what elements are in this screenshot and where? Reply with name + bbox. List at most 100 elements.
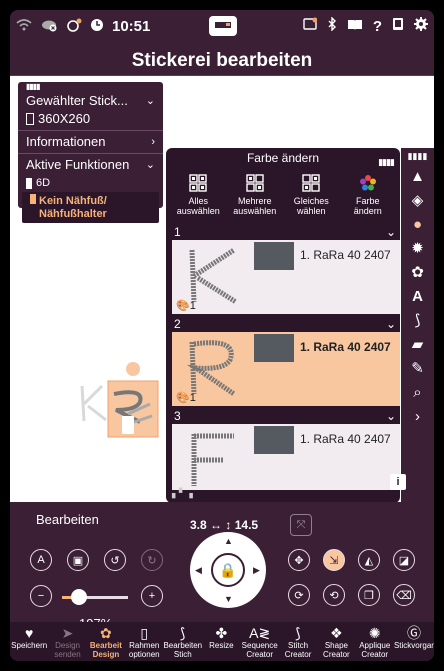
tab-stitch-creator[interactable]: ⟆ Stitch Creator bbox=[279, 622, 317, 661]
edit-design-icon: ✿ bbox=[100, 625, 112, 641]
delete-button[interactable]: ⌫ bbox=[393, 584, 415, 606]
edit-icon[interactable]: ✎ bbox=[401, 356, 434, 380]
select-multiple-button[interactable]: Mehrere auswählen bbox=[229, 174, 281, 222]
panel-grip-icon[interactable]: ▮▮▮▮ bbox=[401, 148, 434, 164]
zoom-out-button[interactable]: − bbox=[30, 585, 52, 607]
select-all-icon bbox=[189, 174, 207, 192]
palette-icon: 🎨 bbox=[176, 300, 190, 312]
tab-stick-process[interactable]: Ⓖ Stickvorgar bbox=[394, 622, 434, 661]
presser-foot-icon bbox=[30, 194, 36, 204]
layers-icon[interactable]: ◈ bbox=[401, 188, 434, 212]
feature-label: 6D bbox=[36, 177, 51, 189]
presser-foot-line1: Kein Nähfuß/ bbox=[39, 195, 107, 207]
redo-button[interactable]: ↻ bbox=[141, 549, 163, 571]
color-block-item[interactable]: 3 ⌄ 1. RaRa 40 2407 bbox=[172, 408, 400, 490]
scale-button[interactable]: ⇲ bbox=[323, 549, 345, 571]
info-icon[interactable]: i bbox=[390, 474, 406, 490]
stitch-creator-icon: ⟆ bbox=[295, 625, 301, 641]
settings-icon[interactable] bbox=[414, 17, 428, 35]
resize-grip-icon[interactable]: ▖▘▗ bbox=[172, 488, 193, 499]
color-panel-title: Farbe ändern bbox=[246, 151, 320, 165]
tab-shape-creator[interactable]: ❖ Shape Creator bbox=[317, 622, 355, 661]
panel-grip-icon[interactable]: ▮▮▮▮ bbox=[18, 82, 163, 92]
stitch-icon[interactable]: ⟆ bbox=[401, 308, 434, 332]
color-block-item[interactable]: 1 ⌄ 1. RaRa 40 2407 🎨1 bbox=[172, 224, 400, 316]
thread-name: 1. RaRa 40 2407 bbox=[300, 340, 391, 354]
text-icon[interactable]: A bbox=[401, 284, 434, 308]
send-icon: ➤ bbox=[61, 625, 74, 641]
rotate-button[interactable]: ⟳ bbox=[288, 584, 310, 606]
chevron-down-icon[interactable]: ⌄ bbox=[386, 408, 396, 424]
shape-icon: ❖ bbox=[330, 625, 343, 641]
active-functions-row[interactable]: Aktive Funktionen ⌄ bbox=[18, 156, 163, 174]
selected-design-row[interactable]: Gewählter Stick... ⌄ bbox=[18, 92, 163, 110]
move-dpad[interactable]: ▲ ▼ ◀ ▶ 🔒 bbox=[190, 532, 266, 608]
clock-time: 10:51 bbox=[112, 17, 151, 35]
chevron-down-icon[interactable]: ⌄ bbox=[386, 224, 396, 240]
tab-sequence-creator[interactable]: A≷ Sequence Creator bbox=[241, 622, 279, 661]
information-row[interactable]: Informationen › bbox=[18, 133, 163, 151]
fit-to-hoop-button[interactable]: ▣ bbox=[67, 549, 89, 571]
chevron-right-icon: › bbox=[151, 136, 155, 148]
gear-icon[interactable]: ✹ bbox=[401, 236, 434, 260]
chevron-right-icon[interactable]: › bbox=[401, 404, 434, 428]
folder-icon[interactable]: ▰ bbox=[401, 332, 434, 356]
move-button[interactable]: ✥ bbox=[288, 549, 310, 571]
mirror-button[interactable]: ◭ bbox=[358, 549, 380, 571]
book-icon[interactable] bbox=[347, 18, 363, 35]
y-position: 14.5 bbox=[234, 518, 259, 532]
thread-name: 1. RaRa 40 2407 bbox=[300, 432, 391, 446]
duplicate-button[interactable]: ❐ bbox=[358, 584, 380, 606]
design-preview[interactable] bbox=[80, 362, 159, 438]
arrow-left-icon[interactable]: ◀ bbox=[195, 565, 202, 576]
lock-icon[interactable]: 🔒 bbox=[211, 553, 245, 587]
stop-count: 🎨1 bbox=[176, 392, 196, 404]
stitch-settings-icon[interactable]: ✿ bbox=[401, 260, 434, 284]
change-color-line1: Farbe bbox=[355, 196, 380, 206]
hoop-view-icon[interactable]: ▲ bbox=[401, 164, 434, 188]
select-same-line2: wählen bbox=[296, 206, 326, 216]
tab-edit-design[interactable]: ✿ Bearbeit Design bbox=[87, 622, 125, 661]
select-all-button[interactable]: Alles auswählen bbox=[172, 174, 224, 222]
zoom-in-button[interactable]: + bbox=[141, 585, 163, 607]
arrow-up-icon[interactable]: ▲ bbox=[224, 536, 233, 546]
arrow-down-icon[interactable]: ▼ bbox=[224, 594, 233, 604]
edit-controls: Bearbeiten 3.8 ↔ ↕ 14.5 ⤧ A ▣ ↺ ↻ − + 19… bbox=[10, 502, 434, 631]
zoom-slider-handle[interactable] bbox=[71, 589, 88, 605]
tab-hoop-options[interactable]: ▯ Rahmen optionen bbox=[125, 622, 163, 661]
information-label: Informationen bbox=[26, 134, 106, 149]
select-same-button[interactable]: Gleiches wählen bbox=[285, 174, 337, 222]
bluetooth-icon[interactable] bbox=[327, 16, 337, 35]
tab-send-design[interactable]: ➤ Design senden bbox=[48, 622, 86, 661]
cast-icon[interactable] bbox=[303, 17, 318, 35]
undo-button[interactable]: ↺ bbox=[104, 549, 126, 571]
change-color-button[interactable]: Farbe ändern bbox=[342, 174, 394, 222]
tab-save[interactable]: ♥ Speichern bbox=[10, 622, 48, 661]
color-block-number: 1 bbox=[174, 225, 181, 239]
palette-icon[interactable]: ● bbox=[401, 212, 434, 236]
clock-icon bbox=[90, 18, 104, 35]
tablet-icon[interactable] bbox=[392, 17, 404, 35]
presser-foot-warning: Kein Nähfuß/ Nähfußhalter bbox=[22, 192, 159, 223]
select-all-line2: auswählen bbox=[176, 206, 220, 216]
color-block-item-selected[interactable]: 2 ⌄ 1. RaRa 40 2407 🎨1 bbox=[172, 316, 400, 408]
arrow-right-icon[interactable]: ▶ bbox=[253, 565, 260, 576]
skew-button[interactable]: ◪ bbox=[393, 549, 415, 571]
move-to-center-button[interactable]: ⤧ bbox=[290, 514, 312, 536]
tab-applique-creator[interactable]: ✺ Applique Creator bbox=[356, 622, 394, 661]
color-tools: Alles auswählen Mehrere auswählen Gleich… bbox=[166, 168, 400, 222]
chevron-down-icon[interactable]: ⌄ bbox=[386, 316, 396, 332]
search-icon[interactable]: ⌕ bbox=[401, 380, 434, 404]
help-icon[interactable]: ? bbox=[373, 18, 382, 35]
tab-edit-stitch[interactable]: ⟆ Bearbeiten Stich bbox=[163, 622, 202, 661]
hoop-row: 360X260 bbox=[18, 110, 163, 128]
color-block-list[interactable]: 1 ⌄ 1. RaRa 40 2407 🎨1 2 ⌄ 1. RaRa 40 2407… bbox=[172, 224, 400, 490]
tab-resize[interactable]: ✤ Resize bbox=[202, 622, 240, 661]
panel-grip-icon[interactable]: ▮▮▮▮ bbox=[378, 152, 395, 172]
rotate-15-button[interactable]: ⟲ bbox=[323, 584, 345, 606]
select-multiple-icon bbox=[246, 174, 264, 192]
thread-name: 1. RaRa 40 2407 bbox=[300, 248, 391, 262]
machine-icon[interactable] bbox=[209, 16, 237, 36]
divider bbox=[18, 130, 163, 131]
select-design-button[interactable]: A bbox=[30, 549, 52, 571]
